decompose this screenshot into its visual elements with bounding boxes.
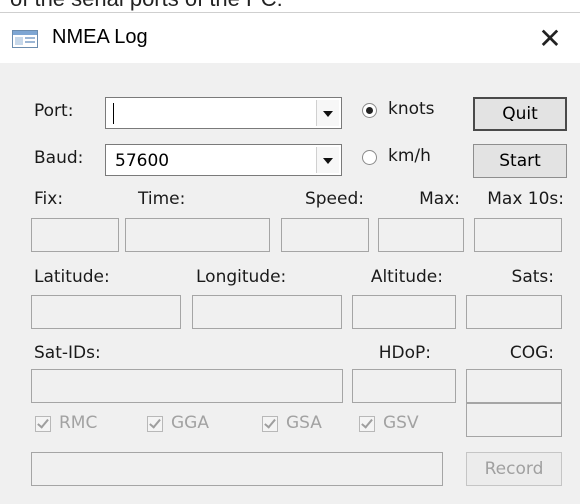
gsv-label: GSV [383, 413, 419, 433]
speed-field [281, 218, 369, 252]
checkmark-icon [35, 416, 51, 432]
longitude-label: Longitude: [196, 267, 287, 287]
fix-label: Fix: [34, 189, 64, 209]
app-icon [12, 30, 38, 48]
speed-label: Speed: [304, 189, 364, 209]
client-area: Port: knots Quit Baud: 57600 km/h Start … [0, 63, 580, 504]
gga-checkbox[interactable]: GGA [147, 413, 237, 437]
altitude-field [352, 295, 456, 329]
radio-dot-selected [362, 103, 377, 118]
hdop-label: HDoP: [378, 343, 431, 363]
window-title: NMEA Log [52, 26, 148, 48]
latitude-label: Latitude: [34, 267, 110, 287]
sats-field [466, 295, 562, 329]
baud-value: 57600 [115, 151, 170, 171]
altitude-label: Altitude: [370, 267, 443, 287]
text-caret [113, 103, 114, 124]
max10s-field [474, 218, 562, 252]
log-file-field [31, 452, 443, 486]
quit-button[interactable]: Quit [473, 97, 567, 131]
sat-ids-label: Sat-IDs: [34, 343, 101, 363]
max-field [378, 218, 464, 252]
time-field [125, 218, 270, 252]
rmc-label: RMC [59, 413, 98, 433]
gsv-checkbox[interactable]: GSV [359, 413, 449, 437]
sats-label: Sats: [511, 267, 554, 287]
max-label: Max: [419, 189, 460, 209]
nmea-log-window: NMEA Log ✕ Port: knots Quit Baud: 57600 … [0, 12, 580, 504]
start-button[interactable]: Start [473, 144, 567, 178]
record-button[interactable]: Record [466, 452, 562, 486]
port-select[interactable] [105, 97, 342, 129]
kmh-radio[interactable]: km/h [362, 146, 457, 170]
status-field [466, 403, 562, 437]
gsa-checkbox[interactable]: GSA [262, 413, 352, 437]
latitude-field [31, 295, 181, 329]
close-button[interactable]: ✕ [530, 19, 570, 59]
max10s-label: Max 10s: [487, 189, 564, 209]
knots-label: knots [388, 99, 435, 119]
checkmark-icon [262, 416, 278, 432]
time-label: Time: [138, 189, 186, 209]
fix-field [31, 218, 119, 252]
hdop-field [352, 369, 456, 403]
kmh-label: km/h [388, 146, 431, 166]
baud-select[interactable]: 57600 [105, 144, 342, 176]
baud-label: Baud: [34, 148, 84, 168]
checkmark-icon [147, 416, 163, 432]
cog-label: COG: [509, 343, 554, 363]
cog-field [466, 369, 562, 403]
background-text: of the serial ports of the PC: [10, 0, 283, 12]
radio-dot [362, 150, 377, 165]
rmc-checkbox[interactable]: RMC [35, 413, 125, 437]
chevron-down-icon[interactable] [316, 147, 339, 173]
longitude-field [192, 295, 342, 329]
knots-radio[interactable]: knots [362, 99, 457, 123]
title-bar[interactable]: NMEA Log ✕ [0, 13, 580, 63]
checkmark-icon [359, 416, 375, 432]
gsa-label: GSA [286, 413, 322, 433]
sat-ids-field [31, 369, 343, 403]
gga-label: GGA [171, 413, 209, 433]
chevron-down-icon[interactable] [316, 100, 339, 126]
port-label: Port: [34, 101, 74, 121]
